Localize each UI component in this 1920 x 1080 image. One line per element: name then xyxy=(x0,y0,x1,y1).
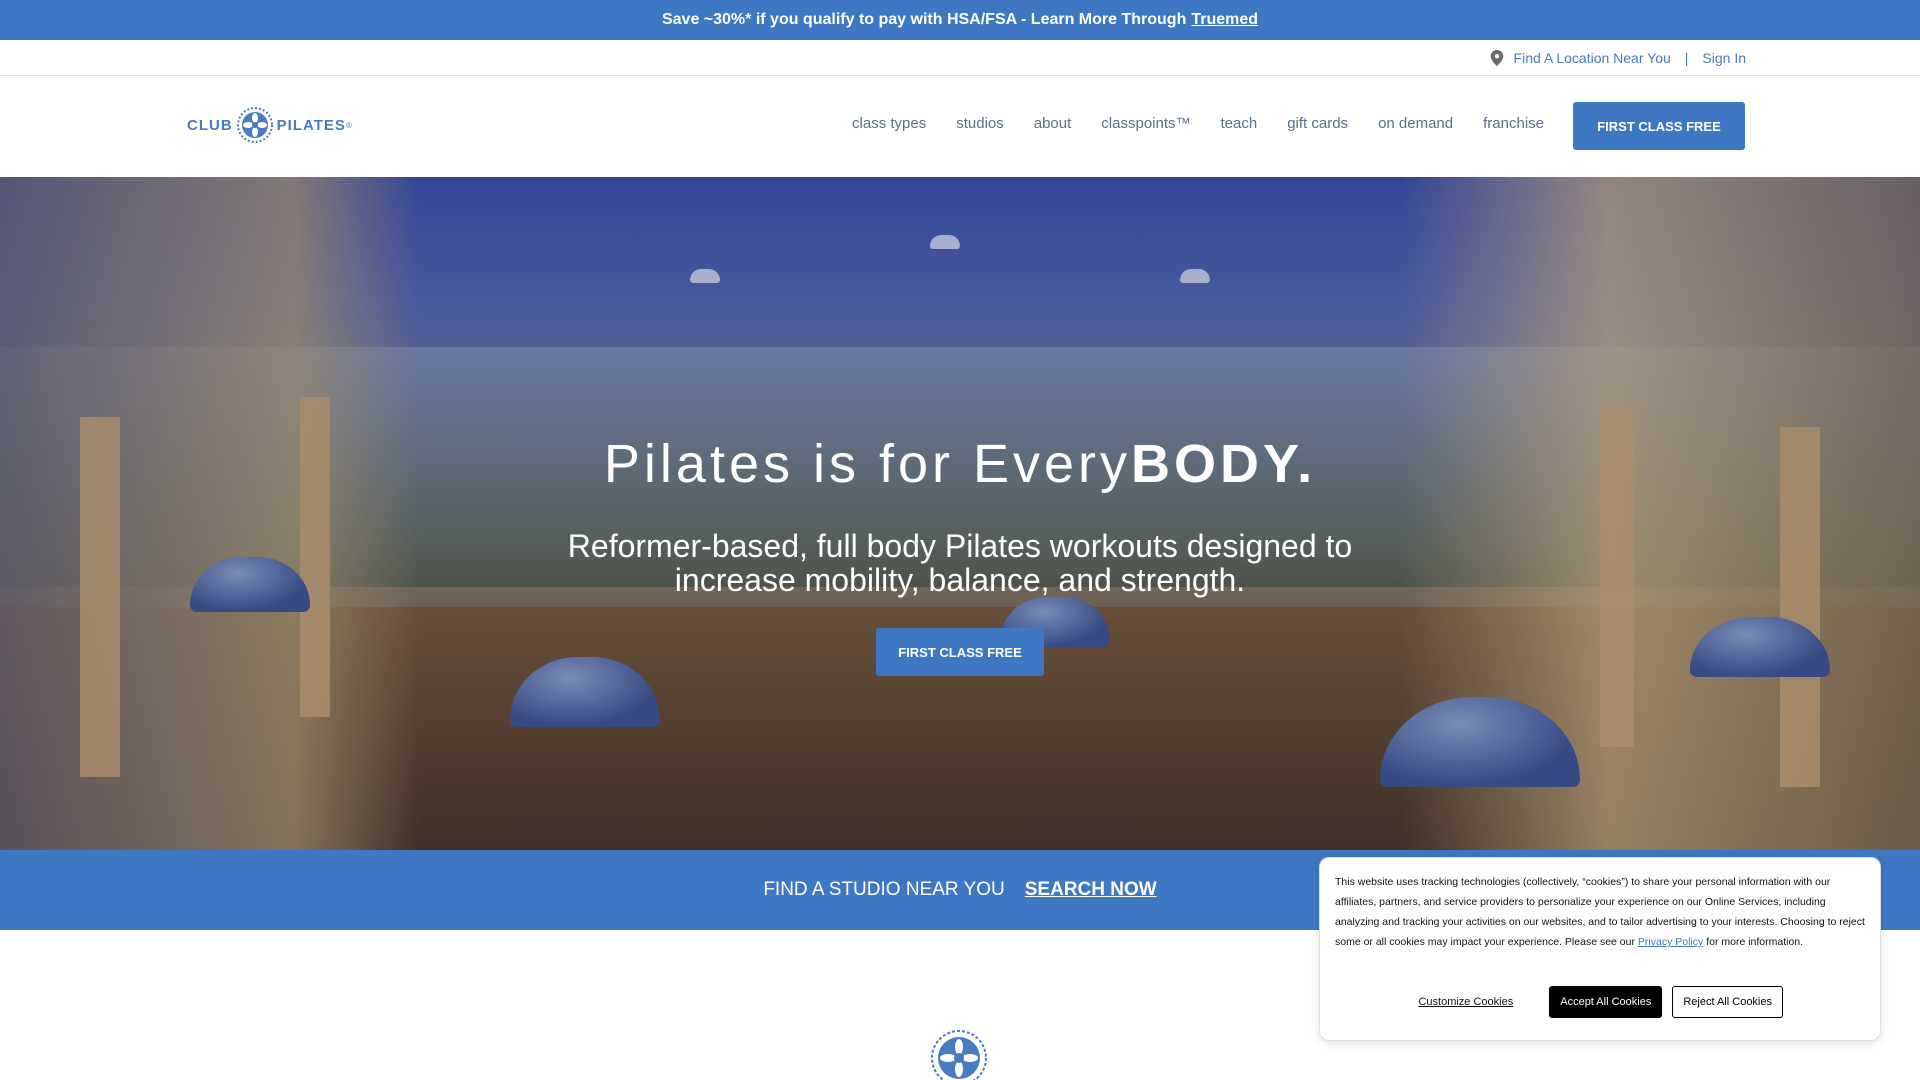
sign-in-link[interactable]: Sign In xyxy=(1702,50,1746,66)
map-pin-icon xyxy=(1490,49,1503,66)
search-now-link[interactable]: SEARCH NOW xyxy=(1025,879,1157,901)
header-first-class-free-button[interactable]: FIRST CLASS FREE xyxy=(1573,102,1745,150)
main-header: CLUB PILATES ® class types studios about… xyxy=(0,77,1920,177)
cookie-text-end: for more information. xyxy=(1706,936,1804,948)
hero-first-class-free-button[interactable]: FIRST CLASS FREE xyxy=(876,628,1044,676)
utility-bar: Find A Location Near You | Sign In xyxy=(0,40,1920,76)
nav-on-demand[interactable]: on demand xyxy=(1378,115,1453,132)
logo-trademark: ® xyxy=(345,120,353,130)
nav-classpoints[interactable]: classpoints™ xyxy=(1101,115,1190,132)
customize-cookies-link[interactable]: Customize Cookies xyxy=(1418,996,1513,1008)
reject-all-cookies-button[interactable]: Reject All Cookies xyxy=(1672,986,1783,1018)
cookie-message: This website uses tracking technologies … xyxy=(1335,872,1865,952)
hero-subtitle: Reformer-based, full body Pilates workou… xyxy=(567,528,1353,598)
find-location-link[interactable]: Find A Location Near You xyxy=(1514,50,1671,66)
nav-class-types[interactable]: class types xyxy=(852,115,926,132)
primary-nav: class types studios about classpoints™ t… xyxy=(852,115,1544,132)
promo-banner: Save ~30%* if you qualify to pay with HS… xyxy=(0,0,1920,40)
hero-title-light: Pilates is for Every xyxy=(603,434,1132,494)
hero-overlay xyxy=(0,177,1920,850)
logo-flower-icon xyxy=(236,107,273,143)
section-logo-flower-icon xyxy=(931,1030,987,1080)
promo-text: Save ~30%* if you qualify to pay with HS… xyxy=(661,11,1187,28)
cookie-consent-dialog: This website uses tracking technologies … xyxy=(1319,857,1881,1041)
hero-section: Pilates is for EveryBODY. Reformer-based… xyxy=(0,177,1920,850)
nav-teach[interactable]: teach xyxy=(1221,115,1258,132)
nav-franchise[interactable]: franchise xyxy=(1483,115,1544,132)
logo-text-club: CLUB xyxy=(187,116,233,134)
privacy-policy-link[interactable]: Privacy Policy xyxy=(1638,936,1703,948)
nav-gift-cards[interactable]: gift cards xyxy=(1287,115,1348,132)
hero-title: Pilates is for EveryBODY. xyxy=(0,433,1920,495)
logo-text-pilates: PILATES xyxy=(276,116,346,134)
nav-studios[interactable]: studios xyxy=(956,115,1004,132)
utility-separator: | xyxy=(1684,49,1689,66)
accept-all-cookies-button[interactable]: Accept All Cookies xyxy=(1549,986,1663,1018)
nav-about[interactable]: about xyxy=(1034,115,1072,132)
find-studio-label: FIND A STUDIO NEAR YOU xyxy=(763,879,1005,900)
club-pilates-logo[interactable]: CLUB PILATES ® xyxy=(187,107,353,143)
hero-title-bold: BODY. xyxy=(1131,434,1317,494)
truemed-link[interactable]: Truemed xyxy=(1191,11,1258,29)
cookie-actions: Customize Cookies Accept All Cookies Rej… xyxy=(1320,986,1880,1018)
